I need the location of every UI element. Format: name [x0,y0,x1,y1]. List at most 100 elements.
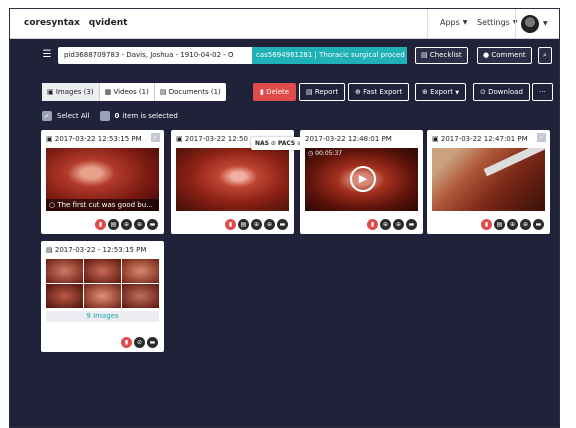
print-icon[interactable]: ▬ [147,337,158,348]
trash-icon: ▮ [260,88,264,96]
fast-export-button[interactable]: ⊕ Fast Export [348,83,410,101]
checklist-label: Checklist [429,51,462,59]
app-window: coresyntax qvident Apps ▼ Settings ▼ ▼ ☰… [9,8,560,428]
delete-icon[interactable]: ▮ [367,219,378,230]
fast-export-icon[interactable]: ⊕ [264,219,275,230]
delete-icon[interactable]: ▮ [95,219,106,230]
report-icon[interactable]: ▤ [108,219,119,230]
menu-icon[interactable]: ☰ [40,47,54,63]
edit-icon[interactable]: ⊘ [134,337,145,348]
report-button[interactable]: ▤ Report [299,83,346,101]
card-thumbnail[interactable] [176,148,289,211]
apps-menu[interactable]: Apps ▼ [440,18,467,27]
export-icon[interactable]: ⊕ [121,219,132,230]
card-actions: ▮ ▤ ⊕ ⊕ ▬ [95,219,158,230]
print-icon[interactable]: ▬ [277,219,288,230]
report-icon[interactable]: ▤ [494,219,505,230]
delete-icon[interactable]: ▮ [121,337,132,348]
media-card[interactable]: ▣ 2017-03-22 12:47:01 PM ✓ ▮ ▤ ⊕ ⊕ ▬ [427,130,550,234]
card-header: ▣ 2017-03-22 12:53:15 PM [46,133,160,145]
export-icon: ⊕ [422,88,428,96]
report-icon[interactable]: ▤ [238,219,249,230]
tab-images-label: Images (3) [55,88,94,96]
fast-export-icon[interactable]: ⊕ [393,219,404,230]
delete-icon[interactable]: ▮ [481,219,492,230]
checklist-button[interactable]: ▤ Checklist [415,47,468,64]
images-label: Images [93,312,119,320]
instrument-shape [483,148,545,177]
tab-videos[interactable]: ▦ Videos (1) [100,83,155,101]
pacs-label: PACS [277,140,296,147]
delete-button[interactable]: ▮ Delete [253,83,297,101]
app-logo[interactable]: coresyntax qvident [24,18,127,28]
card-actions: ▮ ⊕ ⊕ ▬ [367,219,417,230]
fast-export-icon[interactable]: ⊕ [134,219,145,230]
tab-images[interactable]: ▣ Images (3) [42,83,100,101]
video-icon: ▦ [104,88,112,96]
image-icon: ▣ [432,135,439,143]
fast-export-label: Fast Export [363,88,403,96]
card-thumbnail[interactable]: ○ The first cut was good bu... [46,148,159,211]
document-icon: ▤ [46,246,53,254]
export-label: Export [430,88,454,96]
tab-documents[interactable]: ▤ Documents (1) [155,83,226,101]
export-icon[interactable]: ⊕ [380,219,391,230]
patient-selector[interactable]: pid3688709783 - Davis, Joshua - 1910-04-… [58,47,252,64]
card-checkbox[interactable]: ✓ [151,133,160,142]
document-card[interactable]: ▤ 2017-03-22 - 12:53:15 PM 9 Images ▮ ⊘ … [41,241,164,352]
tab-documents-label: Documents (1) [168,88,221,96]
more-button[interactable]: ··· [532,83,553,101]
download-button[interactable]: ⊙ Download [473,83,530,101]
check-circle-icon: ⊘ [270,140,276,147]
download-label: Download [488,88,523,96]
download-icon: ⊙ [480,88,486,96]
delete-icon[interactable]: ▮ [225,219,236,230]
document-icon: ▤ [159,88,167,96]
nas-label: NAS [255,140,269,147]
export-icon[interactable]: ⊕ [507,219,518,230]
logo-qvident: qvident [88,18,128,28]
export-dropdown[interactable]: ⊕ Export ▼ [415,83,467,101]
card-actions: ▮ ⊘ ▬ [121,337,158,348]
play-icon[interactable]: ▶ [350,166,376,192]
chevron-down-icon: ▼ [462,19,468,26]
card-checkbox[interactable]: ✓ [537,133,546,142]
user-avatar[interactable] [521,15,539,33]
card-timestamp: 2017-03-22 12:50 [184,135,248,143]
select-all-label: Select All [57,112,90,120]
settings-menu[interactable]: Settings ▼ [477,18,517,27]
select-all-checkbox[interactable]: ✓ [42,111,52,121]
comment-button[interactable]: ● Comment [477,47,532,64]
selection-bar: ✓ Select All 0 item is selected [42,110,178,122]
media-card[interactable]: ▣ 2017-03-22 12:53:15 PM ✓ ○ The first c… [41,130,164,234]
fast-export-icon[interactable]: ⊕ [520,219,531,230]
card-timestamp: 2017-03-22 12:47:01 PM [440,135,528,143]
selection-indicator [99,111,110,121]
card-timestamp: 2017-03-22 - 12:53:15 PM [54,246,147,254]
document-thumbnail-grid[interactable] [46,259,159,308]
media-card[interactable]: 2017-03-22 12:48:01 PM ◷ 00:05:37 ▶ ▮ ⊕ … [300,130,423,234]
grid-image [84,284,121,308]
search-button[interactable]: ⌕ [538,47,552,64]
apps-menu-label: Apps [440,18,460,27]
media-tabs: ▣ Images (3) ▦ Videos (1) ▤ Documents (1… [42,83,226,101]
print-icon[interactable]: ▬ [533,219,544,230]
delete-label: Delete [266,88,290,96]
divider [515,9,516,39]
settings-menu-label: Settings [477,18,510,27]
divider [427,9,428,39]
images-count: 9 [86,312,91,320]
comment-label: Comment [491,51,526,59]
card-thumbnail[interactable]: ◷ 00:05:37 ▶ [305,148,418,211]
export-icon[interactable]: ⊕ [251,219,262,230]
grid-image [46,284,83,308]
case-selector[interactable]: cas5694981281 | Thoracic surgical proced [252,47,407,64]
image-icon: ▣ [47,88,54,96]
print-icon[interactable]: ▬ [406,219,417,230]
print-icon[interactable]: ▬ [147,219,158,230]
report-icon: ▤ [306,88,313,96]
chevron-down-icon[interactable]: ▼ [543,20,548,27]
case-toolbar: ☰ pid3688709783 - Davis, Joshua - 1910-0… [10,43,559,69]
clock-icon: ◷ [308,150,314,157]
card-thumbnail[interactable] [432,148,545,211]
